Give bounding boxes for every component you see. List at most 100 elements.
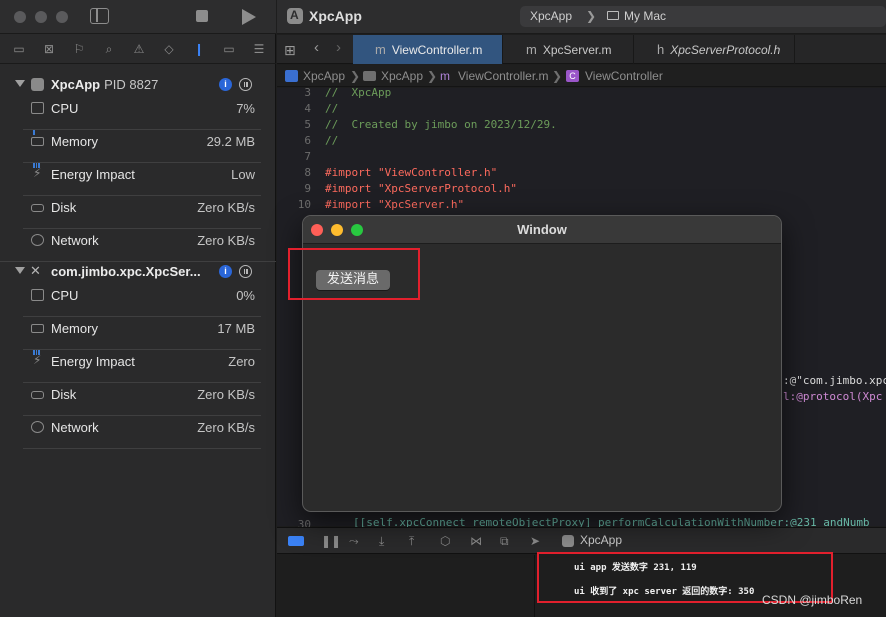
- cpu-icon: [31, 289, 44, 301]
- gauge-value: 7%: [236, 101, 255, 116]
- gauge-network[interactable]: Network Zero KB/s: [0, 229, 276, 262]
- console-toggle-icon[interactable]: [288, 536, 304, 546]
- process-name: XpcApp: [51, 77, 101, 92]
- memory-sparkline: [33, 340, 43, 355]
- window-titlebar: [0, 0, 276, 34]
- highlight-box: [288, 248, 420, 300]
- code-line: #import "ViewController.h": [325, 166, 498, 179]
- scheme-name: XpcApp: [530, 9, 573, 23]
- gauge-label: Energy Impact: [51, 354, 135, 369]
- line-number: 8: [304, 166, 311, 179]
- tab-viewcontroller-m[interactable]: m ViewController.m: [353, 35, 503, 64]
- gauge-value: Zero KB/s: [197, 387, 255, 402]
- code-line: #import "XpcServerProtocol.h": [325, 182, 518, 195]
- jump-project[interactable]: XpcApp: [303, 69, 345, 83]
- jump-group[interactable]: XpcApp: [381, 69, 423, 83]
- info-icon[interactable]: i: [219, 265, 232, 278]
- warning-icon[interactable]: ⚠: [131, 41, 147, 57]
- debug-gauge-icon[interactable]: ❙: [191, 41, 207, 57]
- gauge-value: Zero KB/s: [197, 233, 255, 248]
- gauge-value: Low: [231, 167, 255, 182]
- tab-xpcserverprotocol-h[interactable]: h XpcServerProtocol.h: [635, 35, 795, 64]
- pause-icon[interactable]: ❚❚: [321, 534, 341, 548]
- run-icon[interactable]: [242, 9, 256, 25]
- minimize-window-button[interactable]: [35, 11, 47, 23]
- step-into-icon[interactable]: ⤓: [379, 534, 384, 549]
- gauge-value: 17 MB: [217, 321, 255, 336]
- cpu-icon: [31, 102, 44, 114]
- process-row-xpc-service[interactable]: ✕ com.jimbo.xpc.XpcSer... i: [0, 259, 276, 285]
- pause-icon[interactable]: [239, 265, 252, 278]
- tab-xpcserver-m[interactable]: m XpcServer.m: [504, 35, 634, 64]
- objc-file-icon: m: [375, 42, 386, 57]
- forward-icon[interactable]: ›: [336, 39, 341, 56]
- debug-target-name: XpcApp: [580, 533, 623, 547]
- jump-file[interactable]: ViewController.m: [458, 69, 548, 83]
- variables-view[interactable]: [277, 555, 535, 617]
- objc-file-icon: m: [440, 69, 450, 83]
- zoom-window-button[interactable]: [56, 11, 68, 23]
- test-icon[interactable]: ◇: [161, 41, 177, 57]
- gauge-network[interactable]: Network Zero KB/s: [0, 416, 276, 449]
- bookmark-icon[interactable]: ⚐: [71, 41, 87, 57]
- step-out-icon[interactable]: ⤒: [409, 534, 414, 549]
- environment-icon[interactable]: ⧉: [500, 534, 509, 549]
- app-icon: [31, 78, 44, 91]
- grid-icon[interactable]: ⊞: [284, 42, 296, 59]
- gauge-memory[interactable]: Memory 29.2 MB: [0, 130, 276, 168]
- disk-icon: [31, 391, 44, 399]
- info-icon[interactable]: i: [219, 78, 232, 91]
- line-number: 5: [304, 118, 311, 131]
- code-line: // Created by jimbo on 2023/12/29.: [325, 118, 557, 131]
- stop-icon[interactable]: [196, 10, 208, 22]
- debug-navigator: ▭ ⊠ ⚐ ⌕ ⚠ ◇ ❙ ▭ ☰ XpcApp PID 8827 i CPU 7…: [0, 0, 276, 617]
- chevron-down-icon[interactable]: [15, 80, 25, 87]
- project-icon: [285, 70, 298, 82]
- sidebar-toggle-icon[interactable]: [90, 8, 109, 24]
- gauge-value: Zero KB/s: [197, 420, 255, 435]
- breakpoint-icon[interactable]: ▭: [221, 41, 237, 57]
- scheme-selector[interactable]: XpcApp ❯ My Mac: [520, 6, 886, 27]
- gauge-label: CPU: [51, 101, 79, 116]
- source-control-icon[interactable]: ⊠: [41, 41, 57, 57]
- code-fragment: :@"com.jimbo.xpc: [783, 374, 886, 387]
- chevron-right-icon: ❯: [552, 69, 563, 83]
- window-title: Window: [517, 222, 567, 237]
- gauge-label: Network: [51, 233, 99, 248]
- gauge-value: Zero KB/s: [197, 200, 255, 215]
- tab-label: XpcServerProtocol.h: [670, 43, 781, 57]
- run-destination: My Mac: [624, 9, 666, 23]
- gauge-energy[interactable]: ⚡ Energy Impact Zero: [0, 350, 276, 383]
- process-row-xpcapp[interactable]: XpcApp PID 8827 i: [0, 72, 276, 98]
- location-icon[interactable]: ➤: [530, 534, 540, 548]
- pause-icon[interactable]: [239, 78, 252, 91]
- search-icon[interactable]: ⌕: [101, 41, 117, 57]
- chevron-down-icon[interactable]: [15, 267, 25, 274]
- memory-icon: [31, 137, 44, 146]
- gauge-energy[interactable]: ⚡ Energy Impact Low: [0, 163, 276, 196]
- cpu-sparkline: [33, 120, 43, 135]
- gauge-memory[interactable]: Memory 17 MB: [0, 317, 276, 355]
- view-hierarchy-icon[interactable]: ⬡: [440, 534, 450, 548]
- folder-icon[interactable]: ▭: [11, 41, 27, 57]
- energy-icon: ⚡: [33, 353, 42, 367]
- line-number: 4: [304, 102, 311, 115]
- back-icon[interactable]: ‹: [314, 39, 319, 56]
- code-fragment: l:@protocol(Xpc: [783, 390, 883, 403]
- gauge-label: Disk: [51, 387, 77, 402]
- mac-icon: [607, 11, 619, 20]
- close-window-button[interactable]: [14, 11, 26, 23]
- gauge-cpu[interactable]: CPU 0%: [0, 284, 276, 317]
- energy-icon: ⚡: [33, 166, 42, 180]
- memory-graph-icon[interactable]: ⋈: [470, 534, 482, 548]
- gauge-disk[interactable]: Disk Zero KB/s: [0, 383, 276, 416]
- report-icon[interactable]: ☰: [251, 41, 267, 57]
- step-over-icon[interactable]: ⤳: [349, 534, 359, 549]
- process-name: com.jimbo.xpc.XpcSer...: [51, 264, 201, 279]
- line-number: 7: [304, 150, 311, 163]
- gauge-disk[interactable]: Disk Zero KB/s: [0, 196, 276, 229]
- gauge-label: Memory: [51, 321, 98, 336]
- jump-symbol[interactable]: ViewController: [585, 69, 663, 83]
- line-number: 9: [304, 182, 311, 195]
- gauge-cpu[interactable]: CPU 7%: [0, 97, 276, 135]
